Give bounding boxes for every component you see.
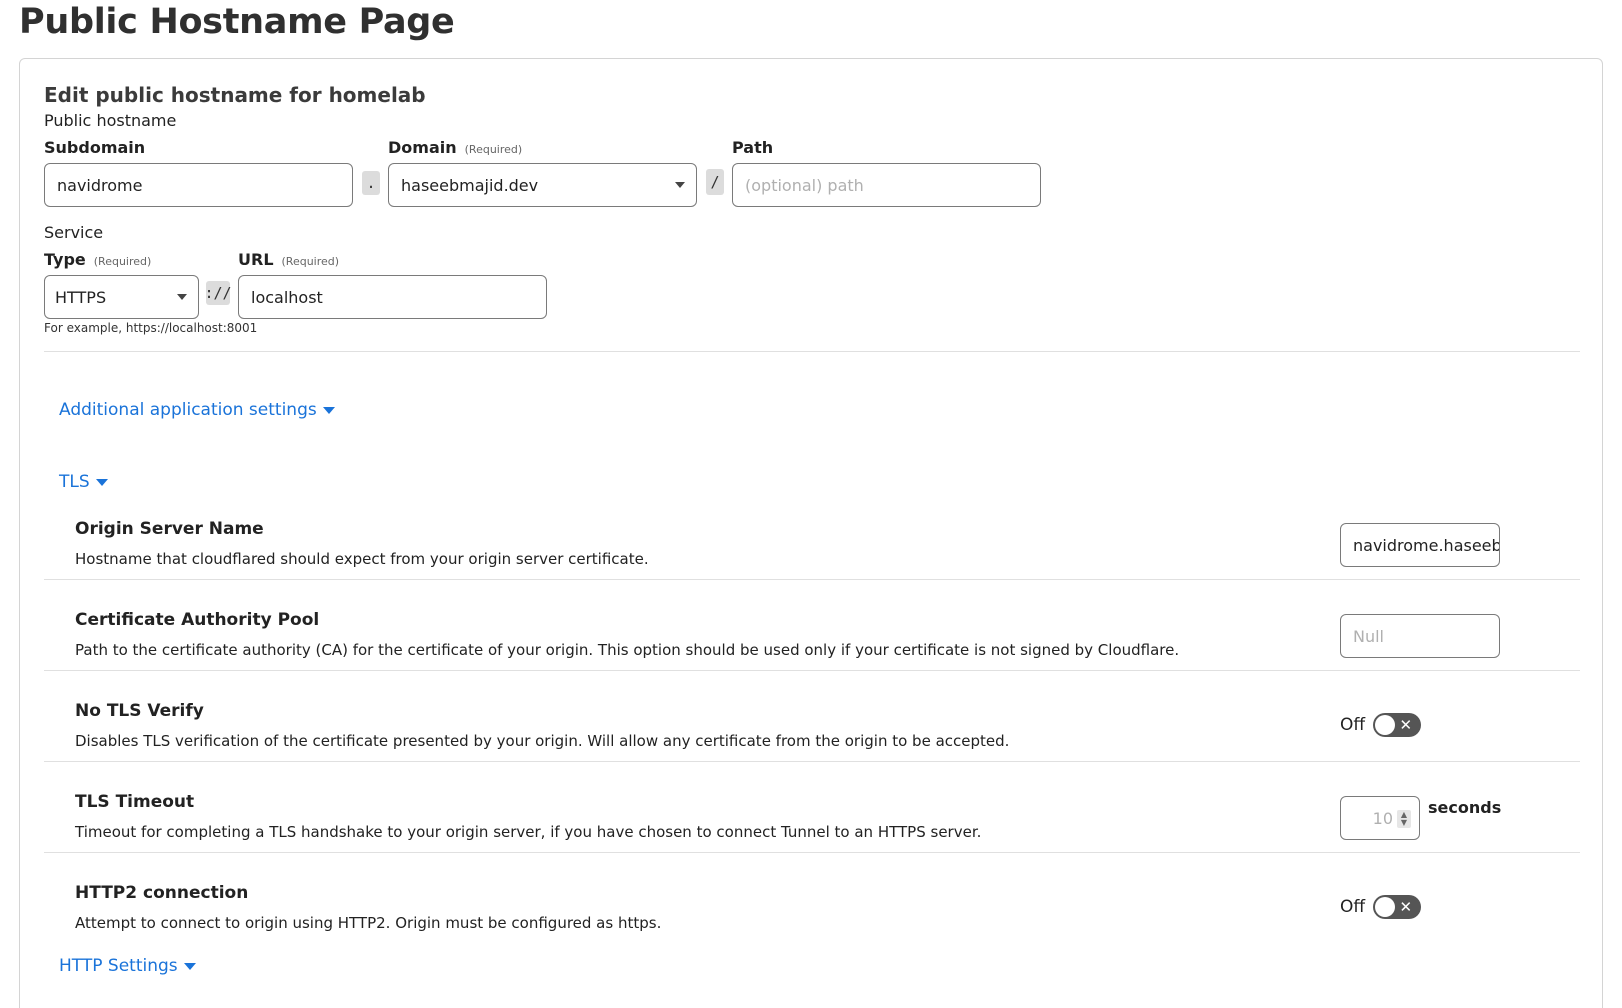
slash-separator: /	[706, 169, 724, 195]
close-icon: ✕	[1399, 898, 1413, 916]
close-icon: ✕	[1399, 716, 1413, 734]
type-required-hint: (Required)	[93, 255, 152, 268]
hostname-card: Edit public hostname for homelab Public …	[19, 58, 1603, 1008]
no-tls-verify-desc: Disables TLS verification of the certifi…	[75, 732, 1010, 750]
ca-pool-input[interactable]: Null	[1340, 614, 1500, 658]
domain-required-hint: (Required)	[464, 143, 523, 156]
subdomain-input[interactable]: navidrome	[44, 163, 353, 207]
divider	[44, 852, 1580, 853]
origin-server-name-title: Origin Server Name	[75, 519, 264, 539]
http2-connection-switch[interactable]: Off ✕	[1340, 895, 1422, 919]
url-input[interactable]: localhost	[238, 275, 547, 319]
http-settings-toggle[interactable]: HTTP Settings	[59, 956, 196, 976]
chevron-down-icon	[95, 478, 108, 486]
chevron-down-icon	[177, 294, 187, 300]
http2-connection-state: Off	[1340, 897, 1366, 917]
public-hostname-section-label: Public hostname	[44, 111, 177, 130]
subdomain-label: Subdomain	[44, 138, 146, 157]
tls-timeout-input[interactable]: 10 ▲ ▼	[1340, 796, 1420, 840]
http2-connection-title: HTTP2 connection	[75, 883, 249, 903]
chevron-down-icon	[675, 182, 685, 188]
domain-label: Domain (Required)	[388, 138, 523, 157]
card-heading: Edit public hostname for homelab	[44, 83, 426, 107]
toggle-switch[interactable]: ✕	[1373, 713, 1422, 737]
chevron-down-icon	[183, 962, 196, 970]
page-title: Public Hostname Page	[19, 2, 455, 42]
chevron-down-icon	[322, 406, 335, 414]
divider	[44, 761, 1580, 762]
divider	[44, 351, 1580, 352]
url-example-hint: For example, https://localhost:8001	[44, 321, 258, 335]
type-label: Type (Required)	[44, 250, 152, 269]
tls-timeout-title: TLS Timeout	[75, 792, 195, 812]
service-section-label: Service	[44, 223, 104, 242]
tls-timeout-desc: Timeout for completing a TLS handshake t…	[75, 823, 982, 841]
ca-pool-title: Certificate Authority Pool	[75, 610, 320, 630]
path-label: Path	[732, 138, 774, 157]
dot-separator: .	[362, 171, 380, 195]
no-tls-verify-switch[interactable]: Off ✕	[1340, 713, 1422, 737]
scheme-separator: ://	[204, 281, 232, 305]
no-tls-verify-title: No TLS Verify	[75, 701, 204, 721]
additional-settings-toggle[interactable]: Additional application settings	[59, 400, 335, 420]
origin-server-name-input[interactable]: navidrome.haseeb	[1340, 523, 1500, 567]
url-required-hint: (Required)	[281, 255, 340, 268]
domain-select[interactable]: haseebmajid.dev	[388, 163, 697, 207]
tls-toggle[interactable]: TLS	[59, 472, 108, 492]
type-select[interactable]: HTTPS	[44, 275, 199, 319]
ca-pool-desc: Path to the certificate authority (CA) f…	[75, 641, 1180, 659]
tls-timeout-unit: seconds	[1428, 798, 1502, 817]
toggle-switch[interactable]: ✕	[1373, 895, 1422, 919]
url-label: URL (Required)	[238, 250, 340, 269]
origin-server-name-desc: Hostname that cloudflared should expect …	[75, 550, 649, 568]
no-tls-verify-state: Off	[1340, 715, 1366, 735]
stepper-icon[interactable]: ▲ ▼	[1397, 810, 1411, 828]
divider	[44, 670, 1580, 671]
path-input[interactable]: (optional) path	[732, 163, 1041, 207]
http2-connection-desc: Attempt to connect to origin using HTTP2…	[75, 914, 662, 932]
divider	[44, 579, 1580, 580]
